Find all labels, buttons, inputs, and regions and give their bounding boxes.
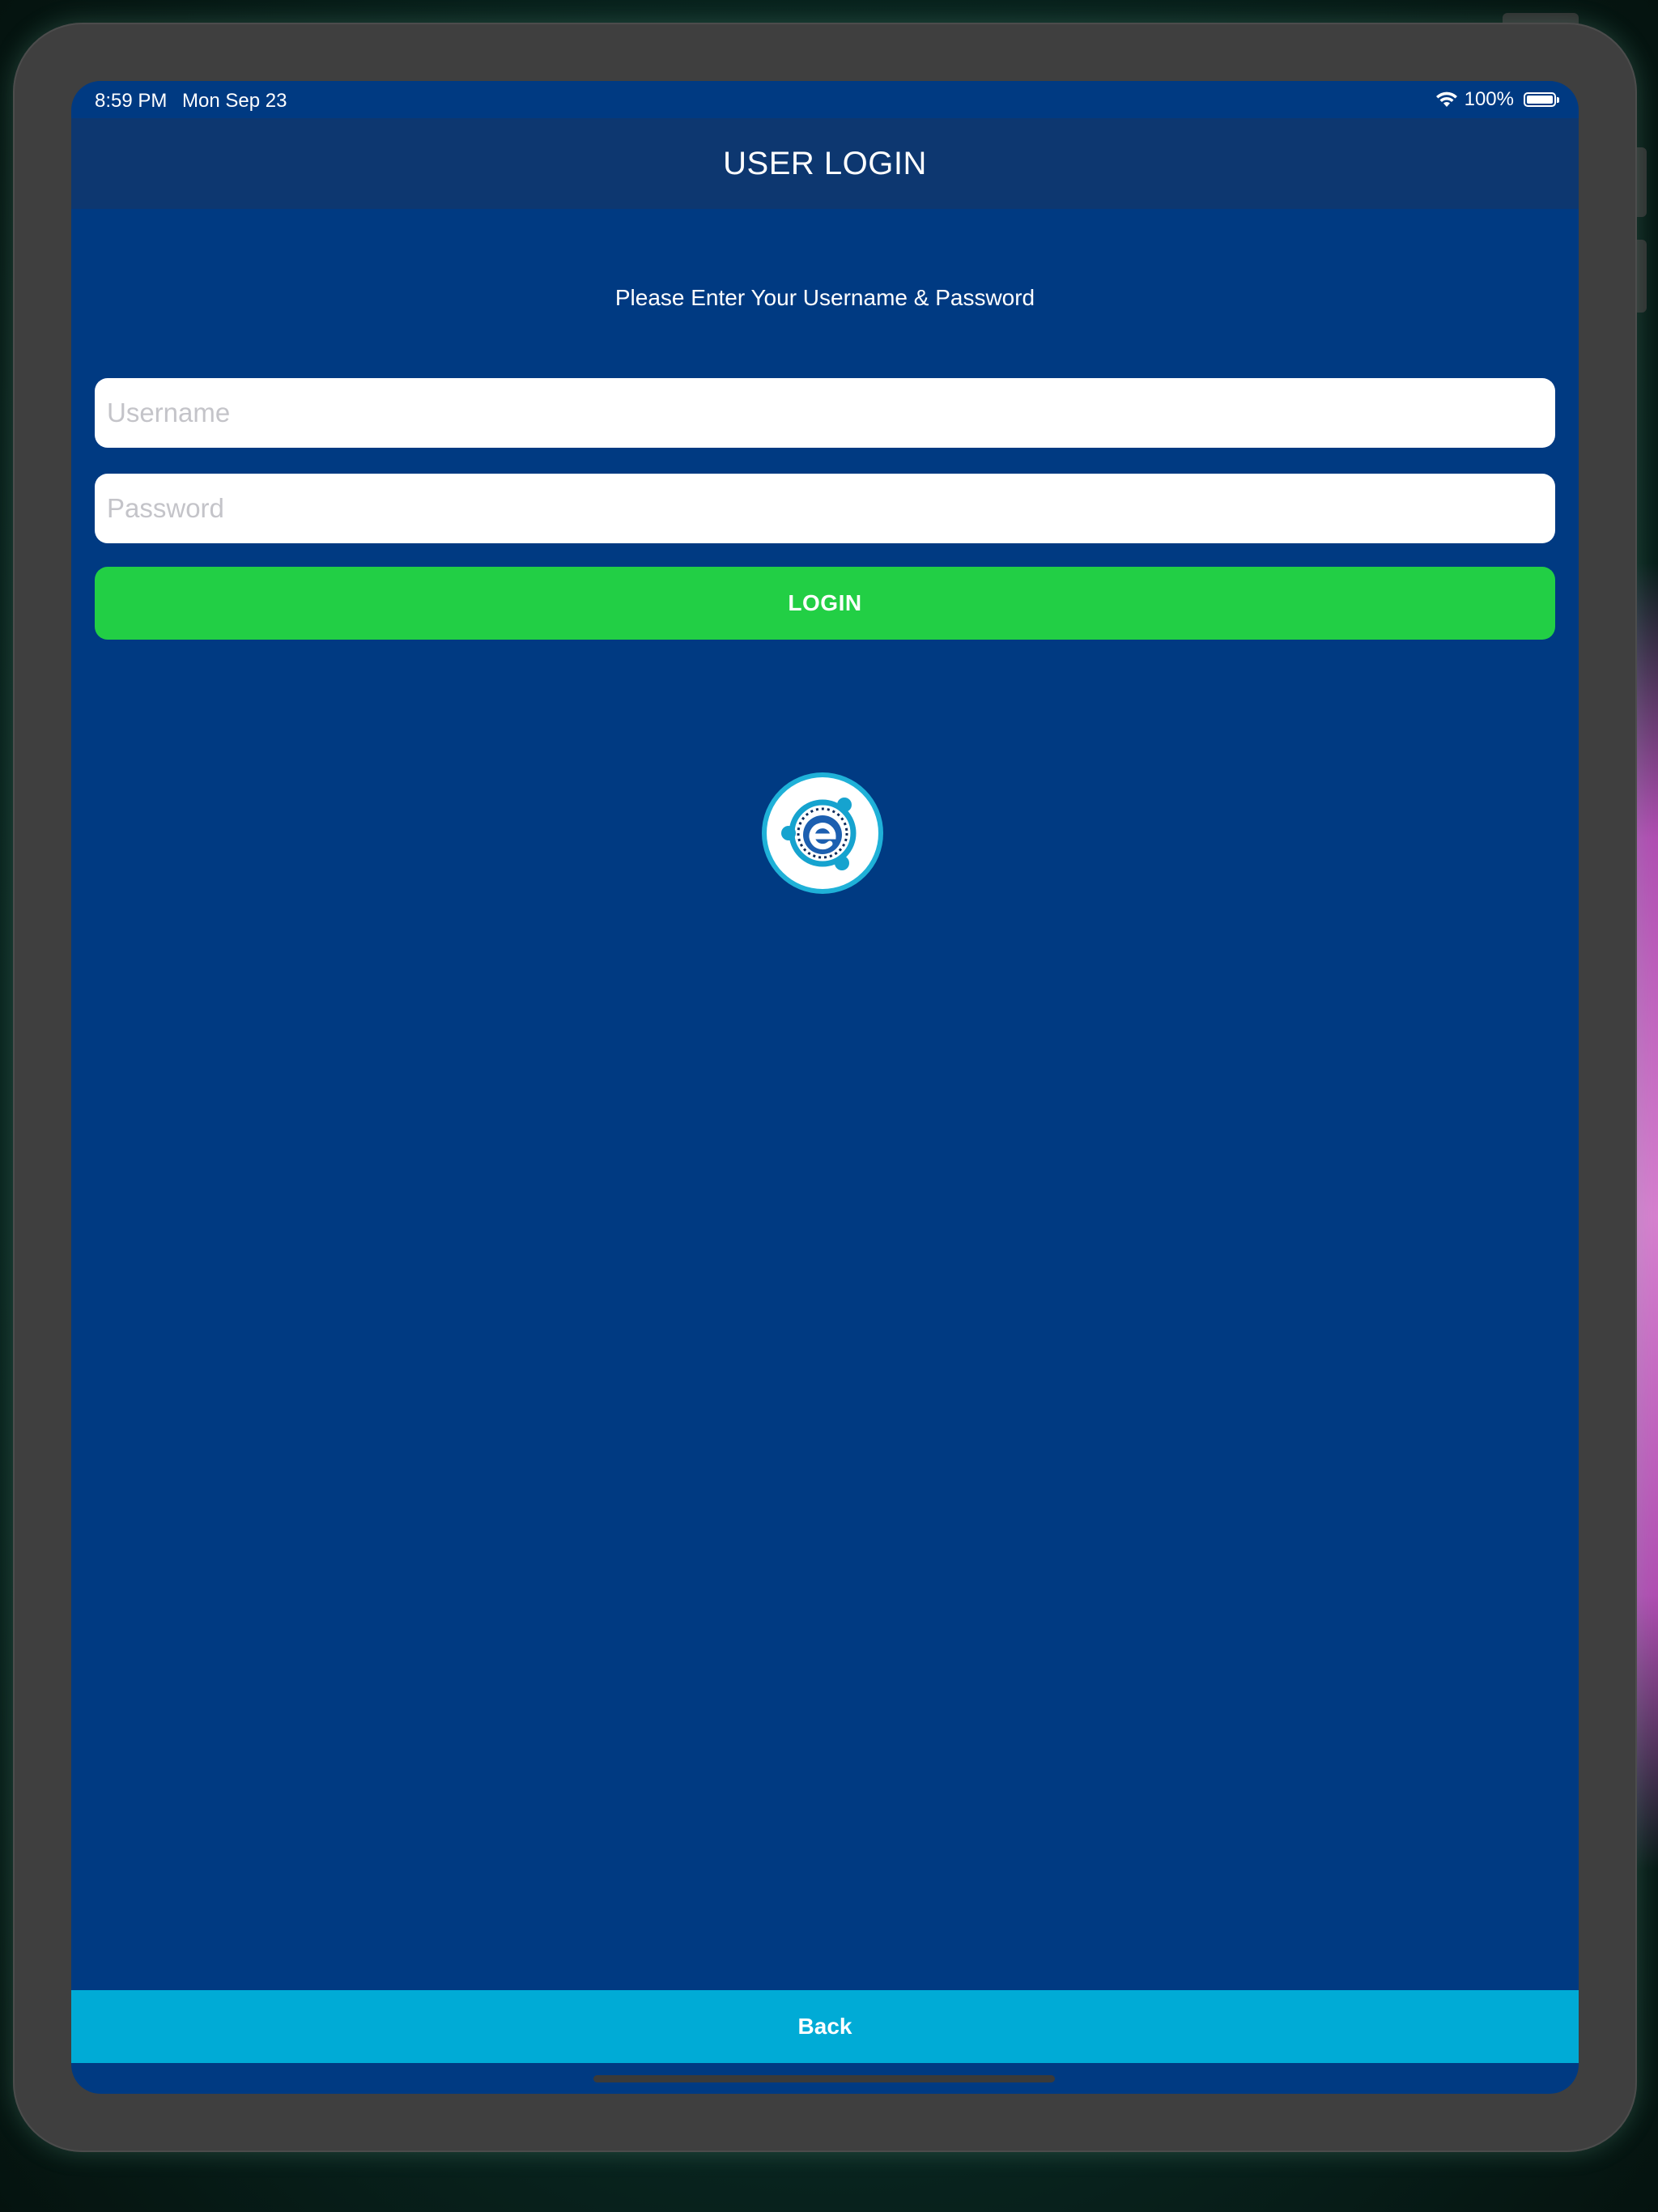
battery-percent: 100% — [1464, 88, 1514, 110]
home-indicator[interactable] — [593, 2075, 1055, 2082]
username-input[interactable] — [95, 378, 1555, 448]
page-title: USER LOGIN — [723, 145, 927, 181]
login-instruction: Please Enter Your Username & Password — [614, 285, 1035, 310]
password-input[interactable] — [95, 474, 1555, 543]
wifi-icon — [1435, 91, 1458, 108]
app-screen: 8:59 PM Mon Sep 23 100% USER LOGIN Pleas… — [71, 81, 1579, 2094]
login-button[interactable]: LOGIN — [95, 567, 1555, 640]
status-time: 8:59 PM — [95, 90, 168, 112]
status-indicators: 100% — [1435, 88, 1559, 111]
status-date: Mon Sep 23 — [182, 90, 287, 112]
navigation-bar: USER LOGIN — [71, 118, 1579, 209]
status-bar: 8:59 PM Mon Sep 23 100% — [71, 81, 1579, 118]
back-button[interactable]: Back — [71, 1990, 1579, 2063]
company-logo — [760, 771, 885, 895]
battery-icon — [1524, 92, 1559, 107]
